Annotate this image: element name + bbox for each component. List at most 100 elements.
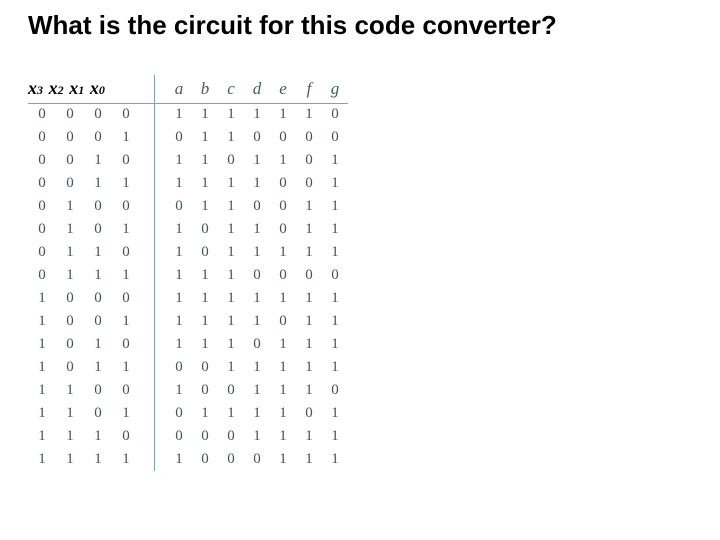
table-row: 10101110111: [28, 333, 720, 356]
output-cell: 1: [296, 451, 322, 468]
output-cell: 0: [192, 244, 218, 261]
input-headers: x3 x2 x1 x0: [28, 78, 140, 99]
output-cell: 1: [166, 221, 192, 238]
input-cell: 1: [84, 152, 112, 169]
output-cell: 1: [166, 244, 192, 261]
input-var-x0: x0: [90, 78, 105, 99]
output-cell: 0: [166, 405, 192, 422]
output-cell: 1: [296, 198, 322, 215]
input-cell: 1: [28, 359, 56, 376]
input-cell: 1: [84, 359, 112, 376]
output-cell: 1: [166, 313, 192, 330]
input-cell: 1: [84, 175, 112, 192]
var-name: x: [49, 78, 58, 99]
output-cell: 0: [244, 267, 270, 284]
header-rule: [28, 103, 348, 104]
output-cell: 1: [166, 267, 192, 284]
output-cell: 0: [322, 382, 348, 399]
table-row: 01000110011: [28, 195, 720, 218]
input-cell: 0: [56, 336, 84, 353]
output-cell: 1: [322, 152, 348, 169]
output-cell: 1: [296, 313, 322, 330]
input-cell: 1: [28, 405, 56, 422]
output-cell: 1: [296, 382, 322, 399]
var-subscript: 0: [99, 83, 105, 99]
input-cell: 1: [112, 451, 140, 468]
output-cell: 1: [322, 405, 348, 422]
input-cell: 0: [84, 382, 112, 399]
var-name: x: [28, 78, 37, 99]
input-cell: 1: [84, 244, 112, 261]
output-cell: 1: [322, 290, 348, 307]
table-row: 10011111011: [28, 310, 720, 333]
input-cell: 0: [112, 382, 140, 399]
output-cell: 1: [218, 244, 244, 261]
input-cell: 0: [112, 106, 140, 123]
output-cell: 1: [218, 336, 244, 353]
output-cell: 1: [218, 129, 244, 146]
input-cell: 0: [84, 405, 112, 422]
truth-table: x3 x2 x1 x0 abcdefg 00001111110000101100…: [28, 71, 720, 471]
output-cell: 1: [244, 405, 270, 422]
input-cell: 1: [28, 428, 56, 445]
table-row: 00010110000: [28, 126, 720, 149]
output-cell: 1: [270, 428, 296, 445]
output-cell: 0: [322, 129, 348, 146]
output-cell: 1: [322, 428, 348, 445]
output-cell: 0: [270, 129, 296, 146]
input-cell: 1: [28, 290, 56, 307]
output-cell: 1: [218, 221, 244, 238]
output-cell: 1: [296, 428, 322, 445]
output-cell: 1: [244, 175, 270, 192]
output-cell: 1: [166, 451, 192, 468]
output-cell: 1: [192, 129, 218, 146]
output-cell: 0: [296, 129, 322, 146]
output-cell: 0: [192, 451, 218, 468]
output-cell: 0: [296, 152, 322, 169]
output-cell: 0: [166, 198, 192, 215]
input-cell: 0: [112, 198, 140, 215]
var-subscript: 2: [58, 83, 64, 99]
output-cell: 0: [244, 129, 270, 146]
output-cell: 1: [244, 382, 270, 399]
input-cell: 1: [112, 175, 140, 192]
output-cell: 0: [270, 267, 296, 284]
output-cell: 0: [192, 359, 218, 376]
output-cell: 1: [322, 359, 348, 376]
var-subscript: 3: [37, 83, 43, 99]
input-cell: 1: [84, 336, 112, 353]
output-cell: 0: [322, 267, 348, 284]
output-cell: 1: [296, 221, 322, 238]
output-cell: 1: [322, 336, 348, 353]
output-cell: 0: [244, 198, 270, 215]
output-cell: 0: [296, 267, 322, 284]
table-row: 00101101101: [28, 149, 720, 172]
output-cell: 1: [270, 290, 296, 307]
output-cell: 1: [244, 313, 270, 330]
table-body: 0000111111000010110000001011011010011111…: [28, 103, 720, 471]
input-cell: 0: [112, 290, 140, 307]
var-name: x: [90, 78, 99, 99]
output-cell: 1: [192, 405, 218, 422]
table-row: 01011011011: [28, 218, 720, 241]
output-cell: 1: [218, 405, 244, 422]
output-cell: 1: [322, 198, 348, 215]
output-cell: 1: [322, 221, 348, 238]
output-cell: 1: [166, 336, 192, 353]
output-cell: 1: [270, 106, 296, 123]
input-cell: 1: [56, 382, 84, 399]
input-cell: 0: [56, 106, 84, 123]
output-cell: 1: [192, 336, 218, 353]
input-cell: 1: [56, 428, 84, 445]
input-cell: 1: [56, 244, 84, 261]
output-cell: 1: [166, 382, 192, 399]
input-cell: 1: [28, 313, 56, 330]
input-cell: 1: [84, 267, 112, 284]
input-cell: 1: [112, 359, 140, 376]
input-cell: 1: [112, 405, 140, 422]
output-cell: 1: [270, 336, 296, 353]
input-cell: 0: [28, 106, 56, 123]
output-cell: 1: [322, 244, 348, 261]
table-row: 10110011111: [28, 356, 720, 379]
output-cell: 1: [192, 267, 218, 284]
